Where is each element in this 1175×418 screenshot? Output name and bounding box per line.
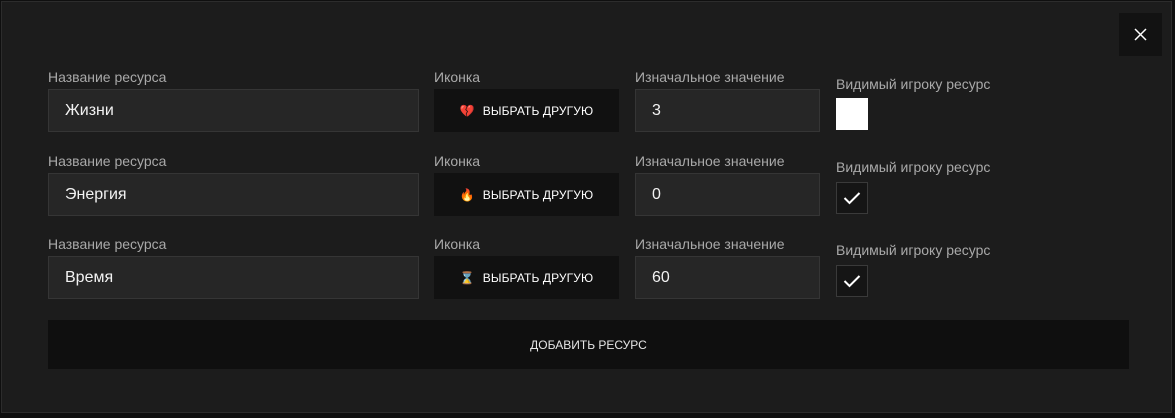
add-resource-button[interactable]: ДОБАВИТЬ РЕСУРС bbox=[48, 320, 1129, 369]
resource-name-input[interactable] bbox=[48, 173, 419, 216]
hourglass-icon: ⌛ bbox=[459, 270, 475, 285]
initial-value-input[interactable] bbox=[635, 89, 820, 132]
resource-row: Название ресурса Иконка 🔥 ВЫБРАТЬ ДРУГУЮ… bbox=[2, 153, 1171, 237]
initial-value-label: Изначальное значение bbox=[635, 236, 785, 252]
resources-modal: Название ресурса Иконка 💔 ВЫБРАТЬ ДРУГУЮ… bbox=[1, 1, 1172, 413]
broken-heart-icon: 💔 bbox=[459, 103, 475, 118]
choose-icon-button-label: ВЫБРАТЬ ДРУГУЮ bbox=[482, 103, 594, 118]
fire-icon: 🔥 bbox=[459, 187, 475, 202]
choose-icon-button[interactable]: 💔 ВЫБРАТЬ ДРУГУЮ bbox=[434, 89, 619, 132]
resource-name-input[interactable] bbox=[48, 256, 419, 299]
checkmark-icon bbox=[843, 192, 861, 205]
resource-row: Название ресурса Иконка 💔 ВЫБРАТЬ ДРУГУЮ… bbox=[2, 69, 1171, 153]
resource-name-label: Название ресурса bbox=[48, 236, 167, 252]
initial-value-label: Изначальное значение bbox=[635, 153, 785, 169]
initial-value-input[interactable] bbox=[635, 173, 820, 216]
visible-label: Видимый игроку ресурс bbox=[836, 159, 991, 175]
close-button[interactable] bbox=[1119, 13, 1162, 56]
icon-label: Иконка bbox=[434, 236, 481, 252]
icon-label: Иконка bbox=[434, 153, 481, 169]
choose-icon-button[interactable]: ⌛ ВЫБРАТЬ ДРУГУЮ bbox=[434, 256, 619, 299]
resource-row: Название ресурса Иконка ⌛ ВЫБРАТЬ ДРУГУЮ… bbox=[2, 236, 1171, 320]
resource-name-label: Название ресурса bbox=[48, 69, 167, 85]
visible-checkbox[interactable] bbox=[836, 182, 868, 214]
visible-label: Видимый игроку ресурс bbox=[836, 242, 991, 258]
resource-name-input[interactable] bbox=[48, 89, 419, 132]
initial-value-input[interactable] bbox=[635, 256, 820, 299]
choose-icon-button-label: ВЫБРАТЬ ДРУГУЮ bbox=[482, 187, 594, 202]
choose-icon-button-label: ВЫБРАТЬ ДРУГУЮ bbox=[482, 270, 594, 285]
visible-checkbox[interactable] bbox=[836, 265, 868, 297]
choose-icon-button[interactable]: 🔥 ВЫБРАТЬ ДРУГУЮ bbox=[434, 173, 619, 216]
close-icon bbox=[1134, 28, 1147, 41]
resource-name-label: Название ресурса bbox=[48, 153, 167, 169]
visible-label: Видимый игроку ресурс bbox=[836, 76, 991, 92]
checkmark-icon bbox=[843, 275, 861, 288]
initial-value-label: Изначальное значение bbox=[635, 69, 785, 85]
icon-label: Иконка bbox=[434, 69, 481, 85]
visible-checkbox[interactable] bbox=[836, 98, 868, 130]
